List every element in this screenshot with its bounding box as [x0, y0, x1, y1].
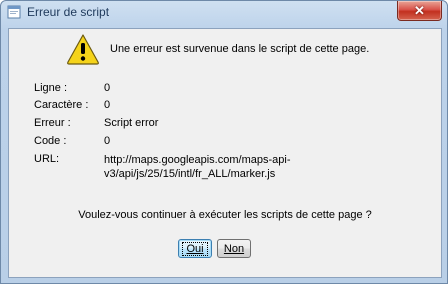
error-label: Erreur :	[34, 117, 71, 129]
window-title: Erreur de script	[27, 5, 110, 19]
close-button[interactable]: ✕	[397, 1, 442, 21]
warning-icon	[67, 34, 99, 65]
code-label: Code :	[34, 135, 67, 147]
ie-window-icon	[7, 5, 21, 19]
title-bar[interactable]: Erreur de script ✕	[1, 1, 447, 25]
char-value: 0	[104, 99, 111, 111]
no-button[interactable]: Non	[217, 239, 251, 258]
no-button-label: Non	[223, 242, 245, 255]
dialog-body: Une erreur est survenue dans le script d…	[8, 28, 442, 278]
url-value: http://maps.googleapis.com/maps-api-v3/a…	[104, 154, 291, 180]
error-message: Une erreur est survenue dans le script d…	[110, 43, 370, 55]
close-icon: ✕	[414, 2, 425, 18]
script-error-window: Erreur de script ✕ Une erreur est surven…	[0, 0, 448, 284]
char-label: Caractère :	[34, 99, 89, 111]
yes-button-label: Oui	[182, 241, 208, 256]
line-value: 0	[104, 82, 111, 94]
url-label: URL:	[34, 153, 60, 165]
continue-question: Voulez-vous continuer à exécuter les scr…	[78, 209, 372, 221]
error-value: Script error	[104, 117, 159, 129]
line-label: Ligne :	[34, 82, 68, 94]
code-value: 0	[104, 135, 111, 147]
yes-button[interactable]: Oui	[178, 239, 212, 258]
